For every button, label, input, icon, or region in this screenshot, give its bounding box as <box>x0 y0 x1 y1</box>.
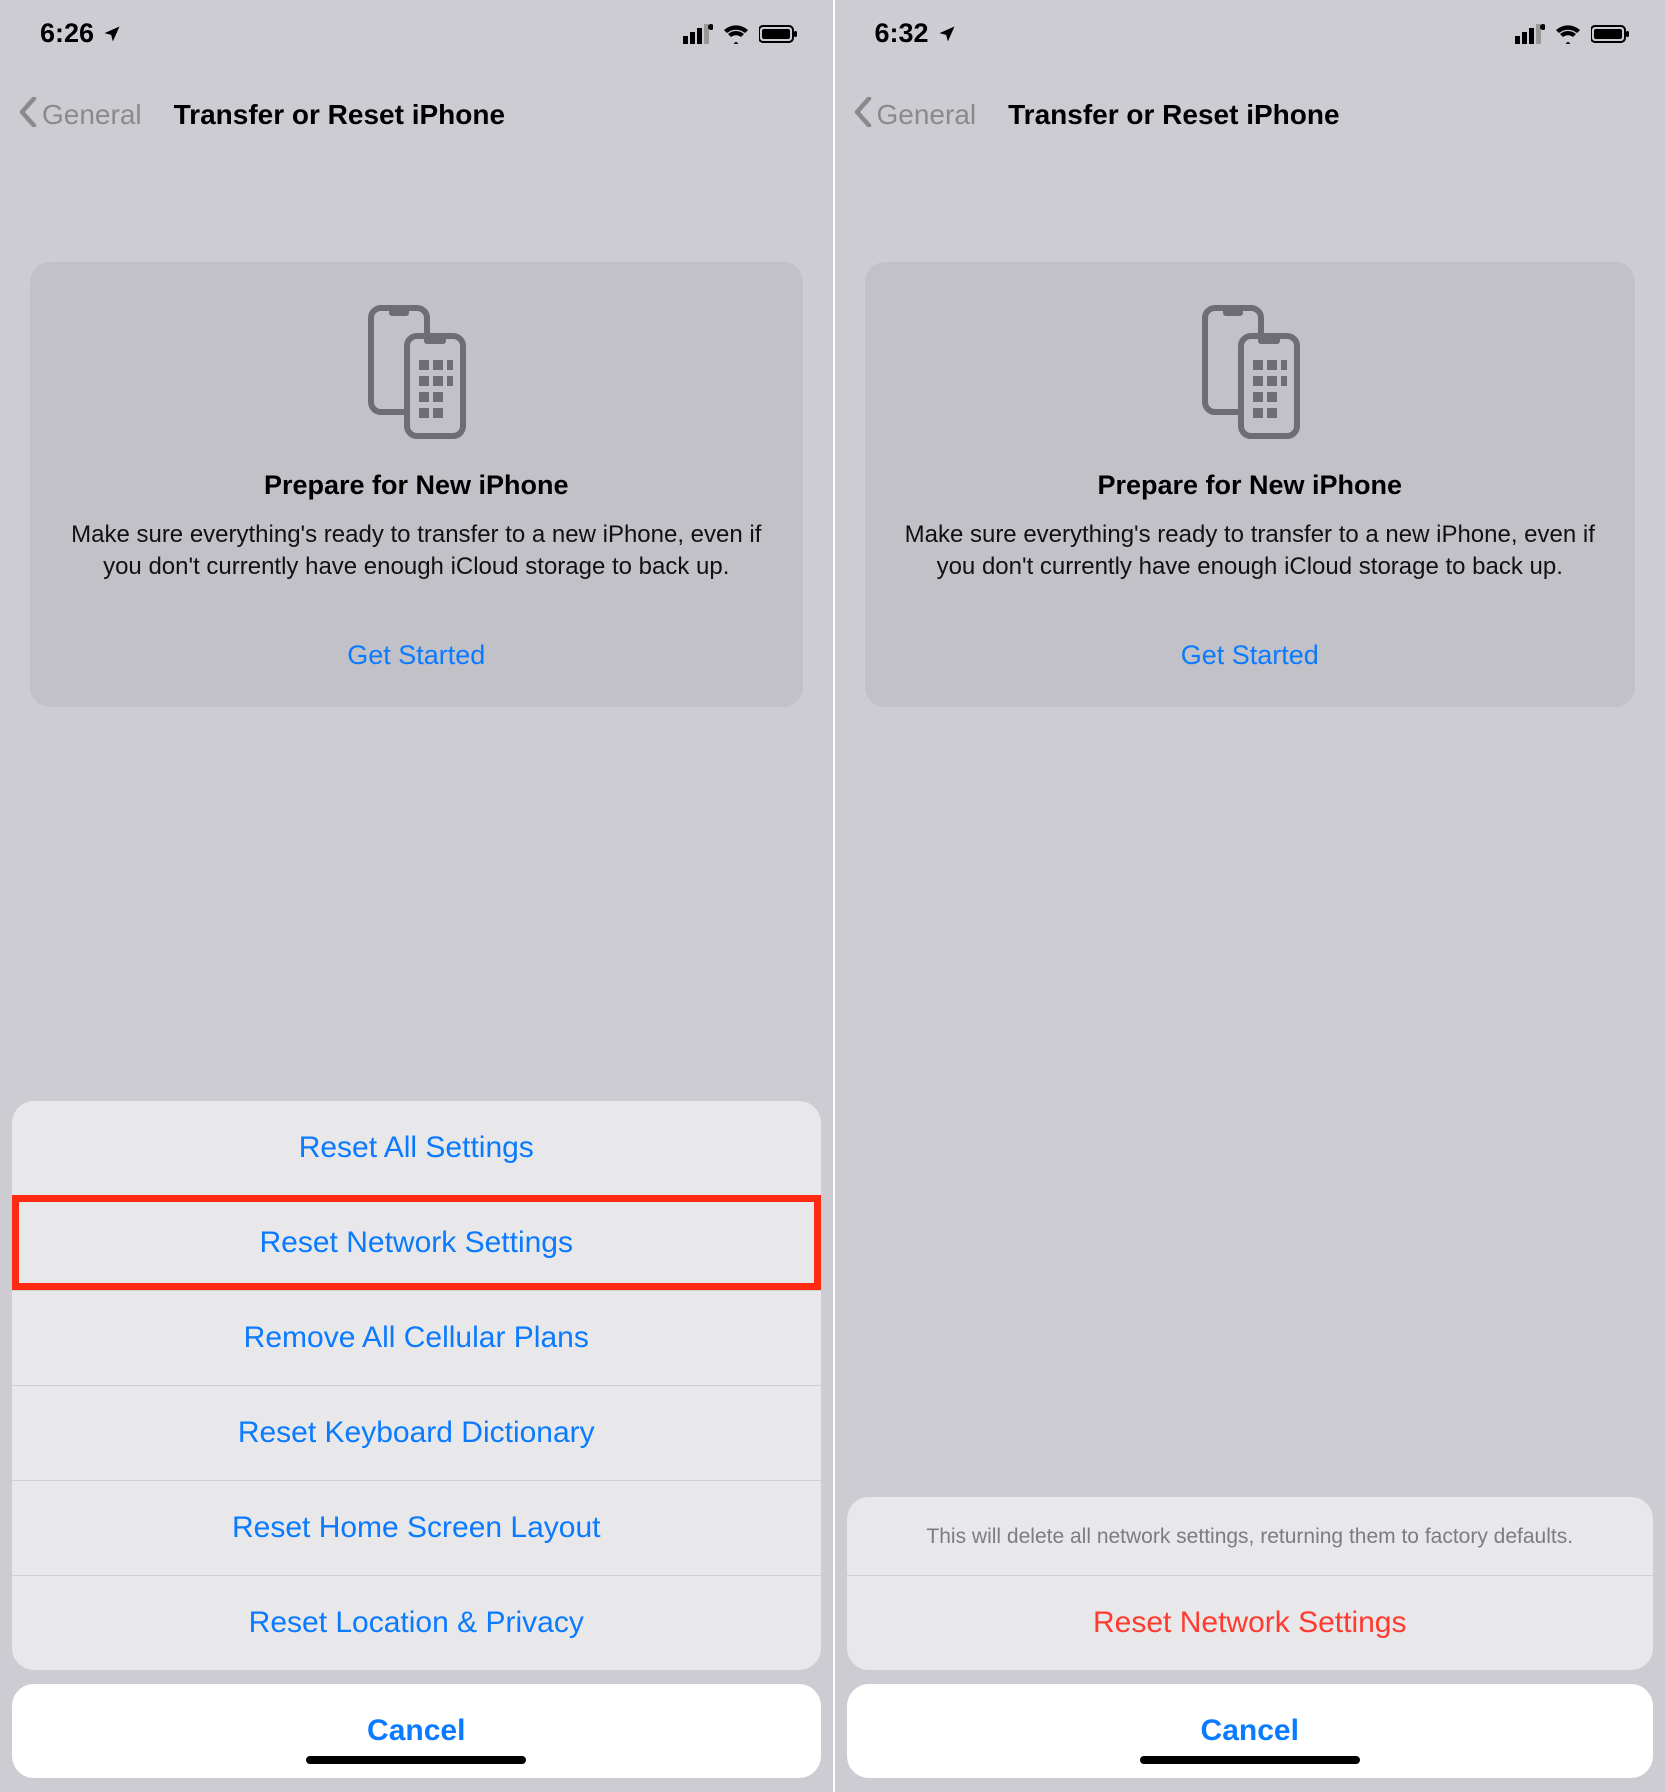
nav-bar: General Transfer or Reset iPhone <box>835 57 1665 142</box>
back-button-label[interactable]: General <box>42 99 142 131</box>
sheet-item-reset-location-privacy[interactable]: Reset Location & Privacy <box>12 1575 821 1670</box>
battery-icon <box>1591 24 1631 44</box>
sheet-message: This will delete all network settings, r… <box>847 1497 1654 1575</box>
devices-icon <box>60 302 773 442</box>
prepare-description: Make sure everything's ready to transfer… <box>895 519 1606 584</box>
get-started-button[interactable]: Get Started <box>60 640 773 671</box>
page-title: Transfer or Reset iPhone <box>174 99 505 131</box>
status-time: 6:26 <box>40 18 94 49</box>
wifi-icon <box>1555 24 1581 44</box>
cellular-signal-icon <box>683 24 713 44</box>
cellular-signal-icon <box>1515 24 1545 44</box>
sheet-item-reset-all-settings[interactable]: Reset All Settings <box>12 1101 821 1195</box>
prepare-title: Prepare for New iPhone <box>60 470 773 501</box>
back-chevron-icon[interactable] <box>853 97 873 132</box>
action-sheet-group: This will delete all network settings, r… <box>847 1497 1654 1670</box>
sheet-item-reset-keyboard-dictionary[interactable]: Reset Keyboard Dictionary <box>12 1385 821 1480</box>
confirm-reset-network-settings[interactable]: Reset Network Settings <box>847 1575 1654 1670</box>
home-indicator[interactable] <box>1140 1756 1360 1764</box>
prepare-card: Prepare for New iPhone Make sure everyth… <box>865 262 1636 707</box>
sheet-item-remove-cellular-plans[interactable]: Remove All Cellular Plans <box>12 1290 821 1385</box>
prepare-title: Prepare for New iPhone <box>895 470 1606 501</box>
back-chevron-icon[interactable] <box>18 97 38 132</box>
devices-icon <box>895 302 1606 442</box>
home-indicator[interactable] <box>306 1756 526 1764</box>
status-bar: 6:32 <box>835 0 1665 57</box>
location-icon <box>937 24 957 44</box>
action-sheet: This will delete all network settings, r… <box>847 1497 1654 1778</box>
nav-bar: General Transfer or Reset iPhone <box>0 57 833 142</box>
get-started-button[interactable]: Get Started <box>895 640 1606 671</box>
status-bar: 6:26 <box>0 0 833 57</box>
action-sheet-group: Reset All Settings Reset Network Setting… <box>12 1101 821 1670</box>
prepare-description: Make sure everything's ready to transfer… <box>60 519 773 584</box>
screenshot-left: 6:26 <box>0 0 833 1792</box>
sheet-item-reset-network-settings[interactable]: Reset Network Settings <box>12 1195 821 1290</box>
back-button-label[interactable]: General <box>877 99 977 131</box>
location-icon <box>102 24 122 44</box>
prepare-card: Prepare for New iPhone Make sure everyth… <box>30 262 803 707</box>
screenshot-right: 6:32 <box>833 0 1665 1792</box>
action-sheet: Reset All Settings Reset Network Setting… <box>12 1101 821 1778</box>
battery-icon <box>759 24 799 44</box>
page-title: Transfer or Reset iPhone <box>1008 99 1339 131</box>
status-time: 6:32 <box>875 18 929 49</box>
sheet-item-reset-home-screen-layout[interactable]: Reset Home Screen Layout <box>12 1480 821 1575</box>
wifi-icon <box>723 24 749 44</box>
